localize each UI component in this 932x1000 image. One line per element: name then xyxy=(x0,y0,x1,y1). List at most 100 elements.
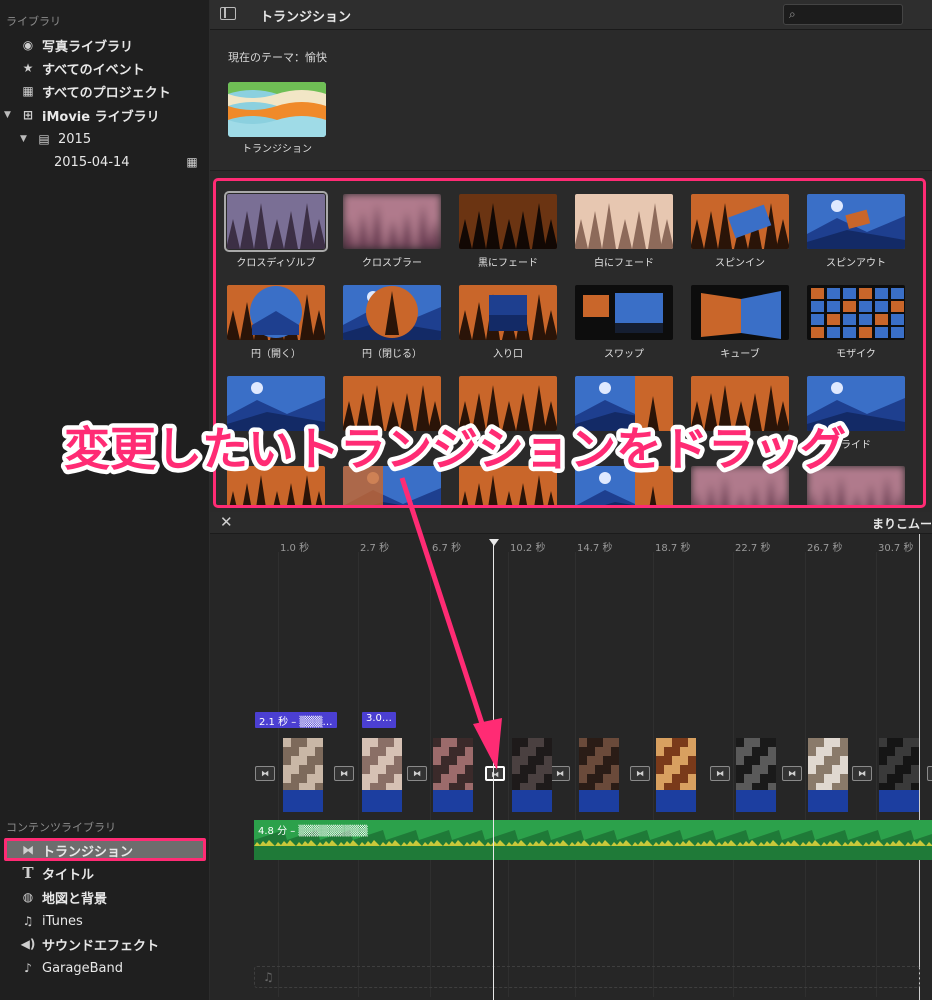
transition-marker[interactable]: ⧓ xyxy=(782,766,802,781)
transition-tile[interactable]: クロスディゾルブ xyxy=(224,191,328,269)
background-music-well[interactable]: ♫ xyxy=(254,966,920,988)
theme-transition-thumbnail[interactable] xyxy=(228,82,326,137)
music-note-icon: ♫ xyxy=(22,914,34,928)
clip-thumbnail xyxy=(283,738,323,790)
sidebar-item-sound-effects[interactable]: ◀) サウンドエフェクト xyxy=(20,933,159,955)
sidebar: ライブラリ ◉ 写真ライブラリ ★ すべてのイベント ▦ すべてのプロジェクト … xyxy=(0,0,210,1000)
transition-thumbnail xyxy=(691,466,789,508)
sidebar-item-imovie-library[interactable]: ▼ ⊞ iMovie ライブラリ xyxy=(4,104,160,126)
transition-thumbnail xyxy=(459,285,557,340)
transition-tile[interactable] xyxy=(575,466,673,508)
transition-tile[interactable]: スワップ xyxy=(575,285,673,360)
sidebar-item-event-2015-04-14[interactable]: 2015-04-14 ▦ xyxy=(54,151,204,173)
transition-tile[interactable] xyxy=(343,376,441,436)
sidebar-item-all-projects[interactable]: ▦ すべてのプロジェクト xyxy=(20,80,171,102)
transition-marker[interactable]: ⧓ xyxy=(407,766,427,781)
sidebar-item-photo-library[interactable]: ◉ 写真ライブラリ xyxy=(20,34,133,56)
transition-tile[interactable] xyxy=(227,466,325,508)
audio-track[interactable]: 4.8 分 – ▒▒▒▒▒▒▒▒▒ xyxy=(254,820,932,860)
playhead-handle[interactable] xyxy=(489,539,499,546)
clip-thumbnail xyxy=(808,738,848,790)
video-clip[interactable] xyxy=(736,738,776,812)
video-clip[interactable] xyxy=(283,738,323,812)
project-end-marker xyxy=(919,534,920,1000)
transition-tile[interactable]: キューブ xyxy=(691,285,789,360)
transition-tile[interactable]: 白にフェード xyxy=(575,194,673,269)
transition-tile[interactable]: モザイク xyxy=(807,285,905,360)
transition-name: 入り口 xyxy=(493,349,523,360)
guitar-icon: ♪ xyxy=(24,961,32,975)
video-clip[interactable] xyxy=(808,738,848,812)
imovie-window: ライブラリ ◉ 写真ライブラリ ★ すべてのイベント ▦ すべてのプロジェクト … xyxy=(0,0,932,1000)
transition-tile[interactable]: 黒にフェード xyxy=(459,194,557,269)
playhead[interactable] xyxy=(493,544,494,1000)
transition-tile[interactable]: スピンアウト xyxy=(807,194,905,269)
sidebar-toggle-button[interactable] xyxy=(220,7,236,20)
transition-marker[interactable]: ⧓ xyxy=(334,766,354,781)
sidebar-item-transitions[interactable]: ⧓ トランジション xyxy=(20,839,133,861)
clip-thumbnail xyxy=(579,738,619,790)
transition-grid: クロスディゾルブ クロスブラー 黒にフェード 白にフェード スピンイン スピンアウト円（開… xyxy=(214,180,926,508)
search-field[interactable]: ⌕ xyxy=(783,4,903,25)
video-clip[interactable] xyxy=(512,738,552,812)
grid-line xyxy=(575,552,576,997)
transition-tile[interactable] xyxy=(575,376,673,436)
clip-title-label[interactable]: 2.1 秒 – ▒▒▒… xyxy=(255,712,337,728)
transition-tile[interactable]: 円（開く） xyxy=(227,285,325,360)
disclosure-triangle-icon[interactable]: ▼ xyxy=(4,110,16,120)
transition-tile[interactable] xyxy=(691,466,789,508)
transition-marker[interactable]: ⧓ xyxy=(630,766,650,781)
sidebar-item-2015[interactable]: ▼ ▤ 2015 xyxy=(20,128,91,150)
transition-tile[interactable]: 入り口 xyxy=(459,285,557,360)
transition-thumbnail xyxy=(575,466,673,508)
clip-thumbnail xyxy=(362,738,402,790)
time-tick-label: 1.0 秒 xyxy=(280,543,310,554)
sidebar-item-label: 2015 xyxy=(58,131,92,147)
sidebar-item-label: GarageBand xyxy=(42,960,123,976)
transition-marker[interactable]: ⧓ xyxy=(255,766,275,781)
transition-marker[interactable]: ⧓ xyxy=(550,766,570,781)
transition-name: スワップ xyxy=(604,349,644,360)
transition-tile[interactable]: スピンイン xyxy=(691,194,789,269)
transition-tile[interactable] xyxy=(807,466,905,508)
transition-tile[interactable] xyxy=(459,376,557,436)
time-tick-label: 22.7 秒 xyxy=(735,543,771,554)
transition-tile[interactable] xyxy=(459,466,557,508)
transition-marker[interactable]: ⧓ xyxy=(852,766,872,781)
timeline-header: ✕ まりこムー xyxy=(210,512,932,534)
transition-tile[interactable]: クロスブラー xyxy=(343,194,441,269)
transition-thumbnail xyxy=(691,376,789,431)
transition-marker[interactable]: ⧓ xyxy=(927,766,932,781)
transition-thumbnail xyxy=(575,285,673,340)
sidebar-item-label: iMovie ライブラリ xyxy=(42,109,160,125)
transition-tile[interactable]: ライド xyxy=(807,376,905,451)
sidebar-item-itunes[interactable]: ♫ iTunes xyxy=(20,910,83,932)
video-clip[interactable] xyxy=(879,738,919,812)
transition-marker[interactable]: ⧓ xyxy=(710,766,730,781)
time-tick-label: 6.7 秒 xyxy=(432,543,462,554)
transition-tile[interactable] xyxy=(691,376,789,436)
clip-audio-strip xyxy=(736,790,776,812)
time-tick-label: 30.7 秒 xyxy=(878,543,914,554)
video-clip[interactable] xyxy=(656,738,696,812)
transition-tile[interactable] xyxy=(343,466,441,508)
sidebar-item-all-events[interactable]: ★ すべてのイベント xyxy=(20,57,145,79)
video-clip[interactable] xyxy=(362,738,402,812)
sidebar-item-maps-backgrounds[interactable]: ◍ 地図と背景 xyxy=(20,886,107,908)
sidebar-item-label: 2015-04-14 xyxy=(54,154,130,170)
video-clip[interactable] xyxy=(579,738,619,812)
transition-thumbnail xyxy=(459,194,557,249)
transition-tile[interactable]: 円（閉じる） xyxy=(343,285,441,360)
transition-name: 円（開く） xyxy=(251,349,301,360)
sidebar-item-label: すべてのプロジェクト xyxy=(42,85,171,101)
video-clip[interactable] xyxy=(433,738,473,812)
sidebar-item-garageband[interactable]: ♪ GarageBand xyxy=(20,957,123,979)
content-library-header: コンテンツライブラリ xyxy=(6,821,116,834)
transition-marker[interactable]: ⧓ xyxy=(485,766,505,781)
close-icon[interactable]: ✕ xyxy=(220,513,233,531)
disclosure-triangle-icon[interactable]: ▼ xyxy=(20,134,32,144)
sidebar-item-titles[interactable]: T タイトル xyxy=(20,862,94,884)
transition-tile[interactable] xyxy=(227,376,325,436)
time-tick-label: 26.7 秒 xyxy=(807,543,843,554)
clip-title-label[interactable]: 3.0… xyxy=(362,712,396,728)
